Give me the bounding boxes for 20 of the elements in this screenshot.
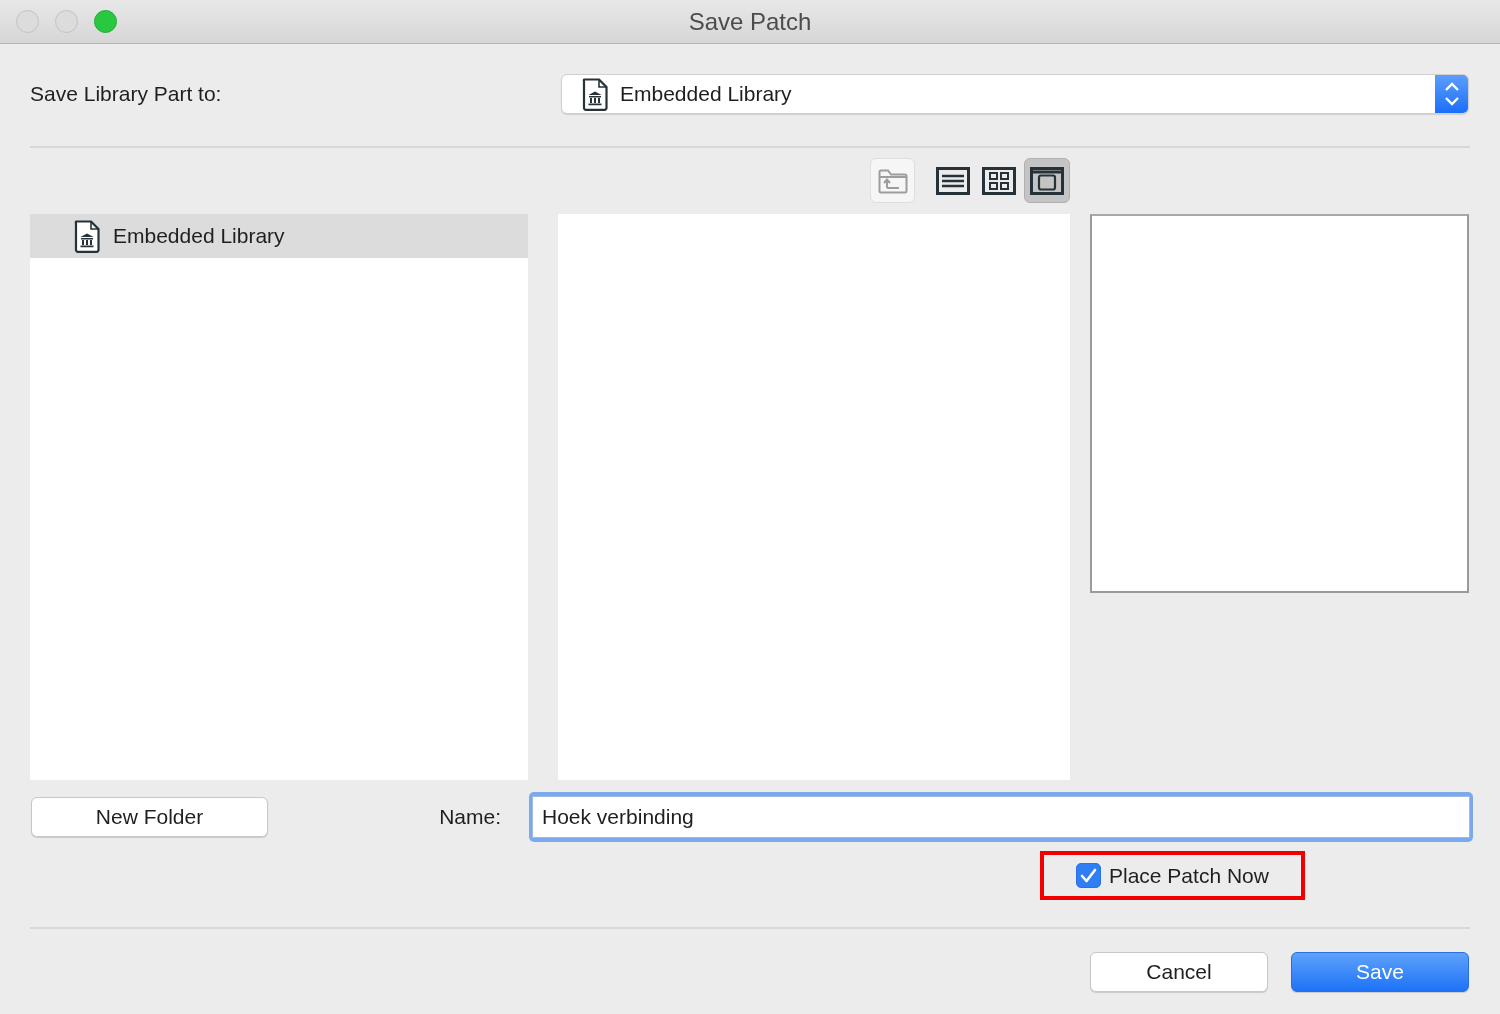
grid-view-icon	[982, 166, 1016, 195]
preview-view-icon	[1030, 166, 1064, 195]
folder-up-icon	[877, 167, 908, 194]
library-list-item[interactable]: Embedded Library	[30, 214, 528, 258]
name-field[interactable]: Hoek verbinding	[529, 792, 1473, 842]
window-title: Save Patch	[688, 7, 812, 35]
new-folder-button[interactable]: New Folder	[31, 797, 268, 837]
preview-view-button[interactable]	[1024, 158, 1070, 203]
library-popup[interactable]: Embedded Library	[561, 74, 1469, 114]
cancel-button[interactable]: Cancel	[1090, 952, 1268, 992]
name-label: Name:	[439, 805, 501, 829]
list-view-icon	[936, 166, 970, 195]
place-patch-checkbox[interactable]	[1076, 863, 1101, 888]
library-document-icon	[582, 77, 608, 111]
library-document-icon	[74, 219, 100, 253]
up-down-chevron-icon	[1443, 81, 1460, 107]
save-to-label: Save Library Part to:	[30, 82, 223, 106]
popup-value: Embedded Library	[620, 82, 793, 106]
checkmark-icon	[1080, 868, 1097, 883]
checkbox-label: Place Patch Now	[1109, 863, 1269, 888]
